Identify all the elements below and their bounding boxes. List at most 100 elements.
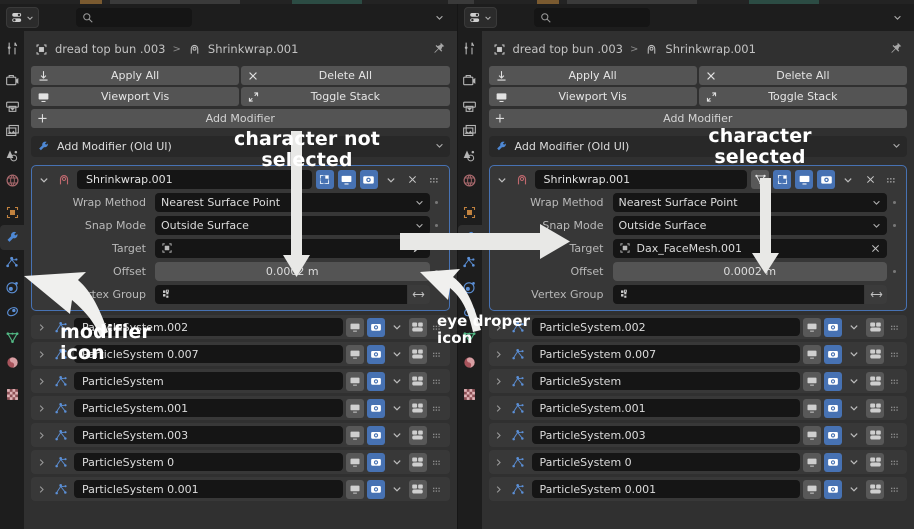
pin-stack-toggle[interactable] <box>408 344 427 364</box>
delete-all-button[interactable]: Delete All <box>241 66 450 85</box>
object-data-tab[interactable] <box>0 325 24 350</box>
realtime-display-toggle[interactable] <box>345 452 364 472</box>
realtime-display-toggle[interactable] <box>803 479 821 499</box>
modifier-close-icon[interactable] <box>861 170 879 189</box>
snap-mode-dropdown[interactable]: Outside Surface <box>155 215 430 235</box>
material-tab[interactable] <box>0 350 24 375</box>
drag-grip-icon[interactable] <box>430 485 446 494</box>
render-display-toggle[interactable] <box>824 479 842 499</box>
extras-chevron-icon[interactable] <box>845 426 863 445</box>
extras-chevron-icon[interactable] <box>845 453 863 472</box>
particle-system-name[interactable]: ParticleSystem 0.007 <box>531 345 800 363</box>
drag-grip-icon[interactable] <box>430 431 446 440</box>
render-display-toggle[interactable] <box>359 170 378 189</box>
drag-grip-icon[interactable] <box>887 404 903 413</box>
breadcrumb-modifier[interactable]: Shrinkwrap.001 <box>665 42 756 56</box>
object-data-tab[interactable] <box>458 325 482 350</box>
expand-chevron-right-icon[interactable] <box>34 350 48 359</box>
realtime-display-toggle[interactable] <box>337 170 356 189</box>
extras-chevron-icon[interactable] <box>388 345 406 364</box>
render-display-toggle[interactable] <box>824 344 842 364</box>
modifier-expand-chevron-icon[interactable] <box>495 175 509 185</box>
particles-tab[interactable] <box>458 250 482 275</box>
list-item[interactable]: ParticleSystem 0.001 <box>488 477 907 501</box>
modifier-extras-chevron-icon[interactable] <box>839 170 857 189</box>
pin-icon[interactable] <box>889 41 903 58</box>
particles-tab[interactable] <box>0 250 24 275</box>
realtime-display-toggle[interactable] <box>803 452 821 472</box>
render-display-toggle[interactable] <box>824 317 842 337</box>
realtime-display-toggle[interactable] <box>345 344 364 364</box>
particle-system-name[interactable]: ParticleSystem 0.007 <box>74 345 343 363</box>
render-tab[interactable] <box>458 68 482 93</box>
pin-stack-toggle[interactable] <box>866 425 884 445</box>
list-item[interactable]: ParticleSystem.003 <box>488 423 907 447</box>
output-tab[interactable] <box>458 93 482 118</box>
output-tab[interactable] <box>0 93 24 118</box>
expand-chevron-right-icon[interactable] <box>492 377 506 386</box>
extras-chevron-icon[interactable] <box>388 426 406 445</box>
physics-tab[interactable] <box>458 275 482 300</box>
vertex-group-field[interactable] <box>155 284 407 304</box>
animate-property-decorator[interactable] <box>430 269 444 273</box>
expand-chevron-right-icon[interactable] <box>34 404 48 413</box>
expand-chevron-right-icon[interactable] <box>34 485 48 494</box>
particle-system-name[interactable]: ParticleSystem.001 <box>531 399 800 417</box>
pin-stack-toggle[interactable] <box>866 371 884 391</box>
scene-tab[interactable] <box>0 143 24 168</box>
viewport-vis-button[interactable]: Viewport Vis <box>488 87 697 106</box>
render-display-toggle[interactable] <box>824 425 842 445</box>
expand-chevron-right-icon[interactable] <box>34 431 48 440</box>
render-display-toggle[interactable] <box>824 371 842 391</box>
pin-stack-toggle[interactable] <box>408 452 427 472</box>
edit-mode-display-toggle[interactable] <box>751 170 769 189</box>
drag-grip-icon[interactable] <box>887 350 903 359</box>
tool-tab[interactable] <box>0 36 24 61</box>
realtime-display-toggle[interactable] <box>803 371 821 391</box>
extras-chevron-icon[interactable] <box>845 399 863 418</box>
particle-system-name[interactable]: ParticleSystem 0.001 <box>74 480 343 498</box>
extras-chevron-icon[interactable] <box>845 318 863 337</box>
particle-system-name[interactable]: ParticleSystem.002 <box>74 318 343 336</box>
realtime-display-toggle[interactable] <box>345 398 364 418</box>
render-display-toggle[interactable] <box>366 344 385 364</box>
target-object-field[interactable]: Dax_FaceMesh.001 <box>612 238 887 258</box>
render-display-toggle[interactable] <box>366 452 385 472</box>
search-input[interactable] <box>76 8 192 27</box>
expand-chevron-right-icon[interactable] <box>492 458 506 467</box>
render-tab[interactable] <box>0 68 24 93</box>
realtime-display-toggle[interactable] <box>803 398 821 418</box>
animate-property-decorator[interactable] <box>430 223 444 227</box>
extras-chevron-icon[interactable] <box>388 372 406 391</box>
snap-mode-dropdown[interactable]: Outside Surface <box>612 215 887 235</box>
list-item[interactable]: ParticleSystem.001 <box>488 396 907 420</box>
invert-vertex-group-button[interactable] <box>407 284 430 304</box>
realtime-display-toggle[interactable] <box>795 170 813 189</box>
realtime-display-toggle[interactable] <box>345 371 364 391</box>
realtime-display-toggle[interactable] <box>345 317 364 337</box>
expand-chevron-right-icon[interactable] <box>34 377 48 386</box>
modifier-name-field[interactable]: Shrinkwrap.001 <box>77 170 312 189</box>
list-item[interactable]: ParticleSystem 0 <box>31 450 450 474</box>
modifier-extras-chevron-icon[interactable] <box>382 170 400 189</box>
list-item[interactable]: ParticleSystem <box>488 369 907 393</box>
tool-tab[interactable] <box>458 36 482 61</box>
render-display-toggle[interactable] <box>366 398 385 418</box>
wrap-method-dropdown[interactable]: Nearest Surface Point <box>612 192 887 212</box>
extras-chevron-icon[interactable] <box>845 345 863 364</box>
list-item[interactable]: ParticleSystem 0.007 <box>31 342 450 366</box>
realtime-display-toggle[interactable] <box>803 344 821 364</box>
pin-stack-toggle[interactable] <box>866 479 884 499</box>
object-tab[interactable] <box>458 200 482 225</box>
add-modifier-button[interactable]: + Add Modifier <box>488 109 907 128</box>
on-cage-toggle[interactable] <box>773 170 791 189</box>
expand-chevron-right-icon[interactable] <box>492 404 506 413</box>
render-display-toggle[interactable] <box>824 398 842 418</box>
list-item[interactable]: ParticleSystem.003 <box>31 423 450 447</box>
animate-property-decorator[interactable] <box>887 200 901 204</box>
extras-chevron-icon[interactable] <box>388 453 406 472</box>
object-tab[interactable] <box>0 200 24 225</box>
render-display-toggle[interactable] <box>366 425 385 445</box>
pin-stack-toggle[interactable] <box>408 371 427 391</box>
list-item[interactable]: ParticleSystem.001 <box>31 396 450 420</box>
